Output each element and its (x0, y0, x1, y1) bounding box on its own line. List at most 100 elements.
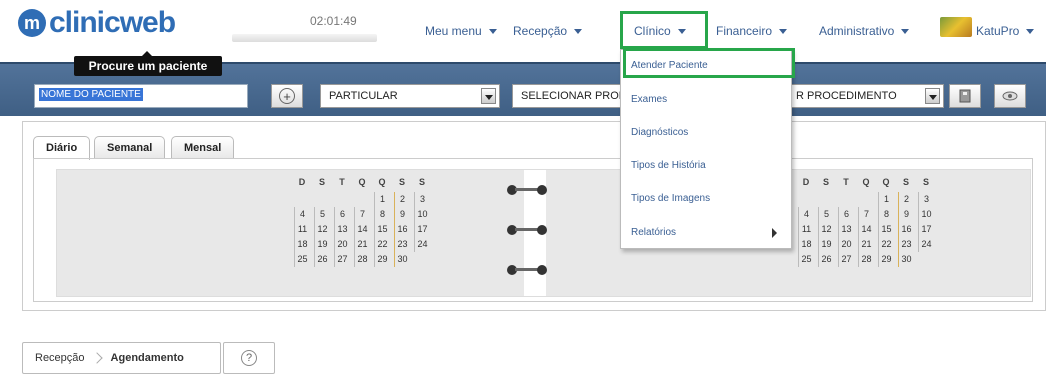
calendar-day[interactable]: 29 (878, 252, 894, 267)
calendar-day[interactable]: 30 (898, 252, 914, 267)
calendar-day[interactable]: 19 (314, 237, 330, 252)
calendar-day[interactable]: 8 (878, 207, 894, 222)
calendar-day[interactable]: 20 (838, 237, 854, 252)
caret-down-icon (1026, 29, 1035, 35)
calendar-day[interactable]: 4 (798, 207, 814, 222)
calendar-day[interactable]: 16 (394, 222, 410, 237)
calendar-day[interactable]: 5 (314, 207, 330, 222)
calendar-day[interactable]: 12 (818, 222, 834, 237)
calendar-day[interactable]: 28 (858, 252, 874, 267)
nav-recepcao[interactable]: Recepção (513, 24, 583, 38)
calendar-day[interactable]: 17 (414, 222, 430, 237)
calendar-day[interactable]: 26 (818, 252, 834, 267)
calendar-day[interactable]: 18 (294, 237, 310, 252)
calendar-day[interactable]: 23 (394, 237, 410, 252)
logo[interactable]: m clinicweb (18, 6, 176, 40)
calendar-day[interactable]: 13 (334, 222, 350, 237)
weekday-label: D (298, 177, 306, 187)
calendar-day (858, 192, 874, 207)
calendar-day[interactable]: 21 (858, 237, 874, 252)
calendar-day[interactable]: 12 (314, 222, 330, 237)
convenio-select[interactable]: PARTICULAR (320, 84, 500, 108)
menu-item-diagnosticos[interactable]: Diagnósticos (631, 127, 688, 138)
calendar-day[interactable]: 24 (414, 237, 430, 252)
calendar-day[interactable]: 10 (414, 207, 430, 222)
calendar-day[interactable]: 28 (354, 252, 370, 267)
menu-item-tipos-imagens[interactable]: Tipos de Imagens (631, 193, 710, 204)
tab-semanal[interactable]: Semanal (94, 136, 166, 158)
calendar-day[interactable]: 16 (898, 222, 914, 237)
calendar-day (918, 252, 934, 267)
weekday-label: Q (378, 177, 386, 187)
calendar-day (294, 192, 310, 207)
weekday-label: S (418, 177, 425, 187)
calendar-day[interactable]: 3 (414, 192, 430, 207)
calendar-day[interactable]: 7 (354, 207, 370, 222)
help-icon: ? (241, 350, 257, 366)
calendar-day[interactable]: 13 (838, 222, 854, 237)
nav-meu-menu[interactable]: Meu menu (425, 24, 497, 38)
calendar-day[interactable]: 9 (394, 207, 410, 222)
calendar-day[interactable]: 1 (878, 192, 894, 207)
calendar-day[interactable]: 11 (294, 222, 310, 237)
calendar-day[interactable]: 2 (898, 192, 914, 207)
calendar-right: D S T Q Q S S 1 2 3 4 5 6 7 8 9 10 11 12 13 14 15 16 17 18 19 20 21… (798, 172, 938, 267)
calendar-day[interactable]: 25 (798, 252, 814, 267)
nav-financeiro[interactable]: Financeiro (716, 24, 788, 38)
calendar-day[interactable]: 29 (374, 252, 390, 267)
menu-item-tipos-historia[interactable]: Tipos de História (631, 160, 706, 171)
help-button[interactable]: ? (223, 342, 275, 374)
calendar-day[interactable]: 5 (818, 207, 834, 222)
calendar-day[interactable]: 22 (878, 237, 894, 252)
tab-diario[interactable]: Diário (33, 136, 91, 160)
calendar-day[interactable]: 2 (394, 192, 410, 207)
calendar-day[interactable]: 7 (858, 207, 874, 222)
week-row: 18 19 20 21 22 23 24 (294, 237, 434, 252)
avatar[interactable] (940, 17, 972, 37)
menu-item-relatorios[interactable]: Relatórios (631, 227, 676, 238)
calendar-day[interactable]: 21 (354, 237, 370, 252)
view-button[interactable] (994, 84, 1026, 108)
breadcrumb-recepcao[interactable]: Recepção (35, 352, 85, 364)
procedimento-value: R PROCEDIMENTO (796, 90, 897, 102)
calendar-day[interactable]: 4 (294, 207, 310, 222)
eye-icon (1002, 91, 1018, 101)
calendar-day[interactable]: 25 (294, 252, 310, 267)
calendar-day[interactable]: 15 (374, 222, 390, 237)
nav-administrativo[interactable]: Administrativo (819, 24, 910, 38)
calendar-day[interactable]: 11 (798, 222, 814, 237)
calendar-day[interactable]: 27 (334, 252, 350, 267)
tab-mensal[interactable]: Mensal (171, 136, 235, 158)
calendar-day[interactable]: 17 (918, 222, 934, 237)
calendar-day[interactable]: 27 (838, 252, 854, 267)
calendar-day[interactable]: 1 (374, 192, 390, 207)
procedimento-select[interactable]: R PROCEDIMENTO (788, 84, 944, 108)
calendar-day[interactable]: 20 (334, 237, 350, 252)
calendar-day[interactable]: 24 (918, 237, 934, 252)
agenda-button[interactable] (949, 84, 981, 108)
nav-user[interactable]: KatuPro (976, 24, 1035, 38)
calendar-day[interactable]: 15 (878, 222, 894, 237)
clinico-dropdown: Atender Paciente Exames Diagnósticos Tip… (620, 48, 795, 249)
calendar-day[interactable]: 3 (918, 192, 934, 207)
calendar-day[interactable]: 14 (354, 222, 370, 237)
menu-item-atender-paciente[interactable]: Atender Paciente (631, 60, 708, 71)
calendar-day[interactable]: 26 (314, 252, 330, 267)
calendar-day[interactable]: 23 (898, 237, 914, 252)
calendar-day[interactable]: 10 (918, 207, 934, 222)
patient-search-input[interactable]: NOME DO PACIENTE (34, 84, 248, 108)
calendar-day[interactable]: 8 (374, 207, 390, 222)
add-patient-button[interactable]: + (271, 84, 303, 108)
calendar-day[interactable]: 14 (858, 222, 874, 237)
week-row: 25 26 27 28 29 30 (798, 252, 938, 267)
agenda-panel: Diário Semanal Mensal D S T Q Q S S 1 2 3 4 5 6 7 8 9 10… (22, 121, 1046, 311)
calendar-day[interactable]: 6 (334, 207, 350, 222)
chevron-right-icon (772, 228, 777, 238)
calendar-day[interactable]: 19 (818, 237, 834, 252)
calendar-day[interactable]: 30 (394, 252, 410, 267)
calendar-day[interactable]: 6 (838, 207, 854, 222)
calendar-day[interactable]: 22 (374, 237, 390, 252)
calendar-day[interactable]: 18 (798, 237, 814, 252)
menu-item-exames[interactable]: Exames (631, 94, 667, 105)
calendar-day[interactable]: 9 (898, 207, 914, 222)
